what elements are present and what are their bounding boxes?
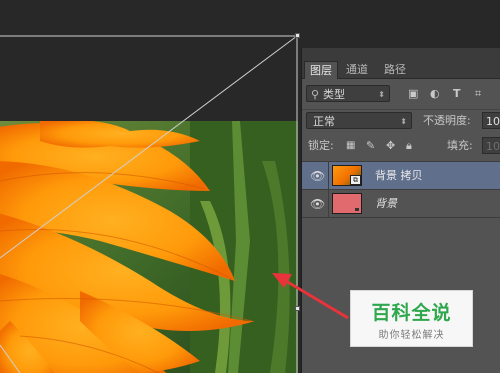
updown-arrow-icon: ⬍ xyxy=(378,90,385,99)
image-filter-icon[interactable]: ▣ xyxy=(408,87,418,101)
blend-row: 正常 ⬍ 不透明度: 100 xyxy=(302,109,500,132)
transform-handle-top-right[interactable] xyxy=(295,33,300,38)
lock-position-icon[interactable]: ✥ xyxy=(386,139,395,153)
watermark-title: 百科全说 xyxy=(371,302,452,324)
blend-mode-dropdown[interactable]: 正常 ⬍ xyxy=(306,112,412,129)
opacity-input[interactable]: 100 xyxy=(482,112,500,129)
tab-channels[interactable]: 通道 xyxy=(341,61,373,78)
blend-mode-value: 正常 xyxy=(313,115,335,128)
lock-row: 锁定: ▦ ✎ ✥ 🔒︎ 填充: 100 xyxy=(302,134,500,156)
layer-mask-marker-icon xyxy=(355,208,359,211)
eye-icon[interactable]: 👁︎ xyxy=(310,169,325,183)
divider xyxy=(328,190,329,217)
divider xyxy=(328,162,329,189)
shape-filter-icon[interactable]: ⌗ xyxy=(475,87,481,101)
document-canvas[interactable] xyxy=(0,0,300,373)
watermark-logo: 百科全说 助你轻松解决 xyxy=(350,290,473,347)
layers-list: 👁︎ ⧉ 背景 拷贝 👁︎ 背景 xyxy=(302,161,500,218)
tab-paths[interactable]: 路径 xyxy=(379,61,411,78)
lock-transparent-icon[interactable]: ▦ xyxy=(346,139,355,153)
layer-thumbnail xyxy=(332,193,362,214)
lock-all-icon[interactable]: 🔒︎ xyxy=(406,139,412,153)
layer-row-background[interactable]: 👁︎ 背景 xyxy=(302,190,500,218)
updown-arrow-icon: ⬍ xyxy=(400,117,407,126)
lock-label: 锁定: xyxy=(308,139,334,152)
fill-input[interactable]: 100 xyxy=(482,137,500,154)
adjustment-filter-icon[interactable]: ◐ xyxy=(430,87,440,101)
filter-type-value: 类型 xyxy=(323,88,345,101)
type-filter-icon[interactable]: T xyxy=(453,87,461,101)
panel-tabs: 图层 通道 路径 xyxy=(302,60,500,79)
layer-thumbnail: ⧉ xyxy=(332,165,362,186)
smart-object-icon: ⧉ xyxy=(350,175,361,185)
eye-icon[interactable]: 👁︎ xyxy=(310,197,325,211)
filter-row: ⚲ 类型 ⬍ ▣ ◐ T ⌗ xyxy=(302,84,500,104)
search-icon: ⚲ xyxy=(311,88,320,101)
opacity-label: 不透明度: xyxy=(423,114,471,127)
layer-name: 背景 xyxy=(375,197,397,210)
panel-header-bar xyxy=(302,48,500,60)
lock-paint-icon[interactable]: ✎ xyxy=(366,139,375,153)
watermark-subtitle: 助你轻松解决 xyxy=(378,330,445,341)
transform-handle-right-middle[interactable] xyxy=(295,306,300,311)
fill-label: 填充: xyxy=(447,139,473,152)
layer-name: 背景 拷贝 xyxy=(375,169,423,182)
flower-photo xyxy=(0,121,298,373)
tab-layers[interactable]: 图层 xyxy=(304,61,338,79)
layer-row-background-copy[interactable]: 👁︎ ⧉ 背景 拷贝 xyxy=(302,162,500,190)
filter-type-dropdown[interactable]: ⚲ 类型 ⬍ xyxy=(306,85,390,102)
